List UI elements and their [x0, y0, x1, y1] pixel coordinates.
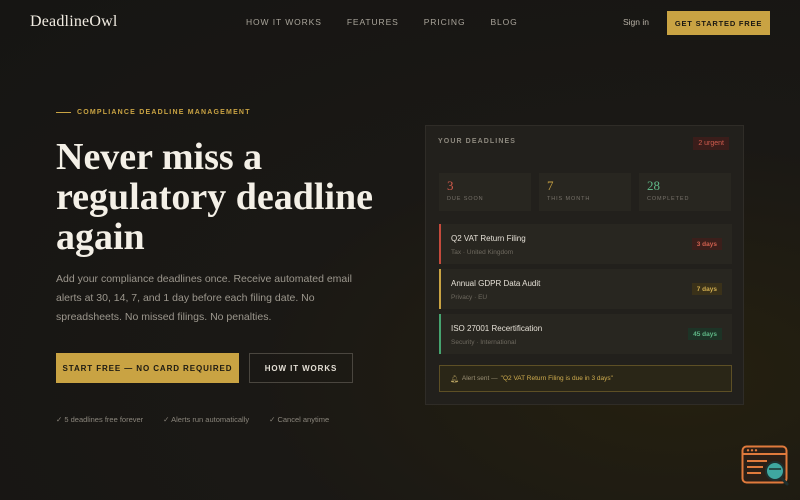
deadline-title: ISO 27001 Recertification — [451, 324, 543, 333]
stats-row: 3 DUE SOON 7 THIS MONTH 28 COMPLETED — [439, 173, 731, 211]
headline: Never miss a regulatory deadline again — [56, 137, 396, 257]
nav-blog[interactable]: BLOG — [490, 17, 517, 27]
headline-line-2: regulatory deadline — [56, 176, 374, 218]
main-nav: HOW IT WORKS FEATURES PRICING BLOG — [246, 17, 543, 27]
stat-label: COMPLETED — [647, 196, 690, 202]
perks-list: ✓ 5 deadlines free forever ✓ Alerts run … — [56, 415, 349, 424]
stat-value: 7 — [547, 178, 554, 193]
urgent-badge: 2 urgent — [693, 137, 729, 150]
stat-due-soon: 3 DUE SOON — [439, 173, 531, 211]
site-header: DeadlineOwl HOW IT WORKS FEATURES PRICIN… — [0, 0, 800, 46]
stat-label: DUE SOON — [447, 196, 484, 202]
headline-line-3: again — [56, 216, 145, 258]
days-badge: 45 days — [688, 328, 722, 340]
alert-banner: 🔔︎ Alert sent — "Q2 VAT Return Filing is… — [439, 365, 732, 392]
hero-description: Add your compliance deadlines once. Rece… — [56, 273, 352, 323]
sign-in-link[interactable]: Sign in — [623, 17, 649, 27]
eyebrow-line — [56, 112, 71, 113]
deadline-subtitle: Security · International — [451, 339, 517, 346]
stat-label: THIS MONTH — [547, 196, 591, 202]
browser-search-icon[interactable] — [741, 445, 790, 487]
deadline-item[interactable]: Q2 VAT Return Filing Tax · United Kingdo… — [439, 224, 732, 264]
deadline-title: Annual GDPR Data Audit — [451, 279, 541, 288]
alert-prefix: Alert sent — — [461, 375, 498, 382]
stat-value: 28 — [647, 178, 660, 193]
eyebrow: COMPLIANCE DEADLINE MANAGEMENT — [56, 109, 251, 116]
deadline-list: Q2 VAT Return Filing Tax · United Kingdo… — [439, 224, 732, 359]
get-started-button[interactable]: GET STARTED FREE — [667, 11, 770, 35]
how-it-works-button[interactable]: HOW IT WORKS — [249, 353, 353, 383]
days-badge: 3 days — [691, 238, 722, 250]
nav-features[interactable]: FEATURES — [347, 17, 399, 27]
deadline-subtitle: Tax · United Kingdom — [451, 249, 514, 256]
perk-item: ✓ 5 deadlines free forever — [56, 415, 144, 424]
deadline-title: Q2 VAT Return Filing — [451, 234, 526, 243]
stat-value: 3 — [447, 178, 454, 193]
deadline-item[interactable]: ISO 27001 Recertification Security · Int… — [439, 314, 732, 354]
eyebrow-text: COMPLIANCE DEADLINE MANAGEMENT — [77, 109, 251, 116]
perk-item: ✓ Alerts run automatically — [163, 415, 250, 424]
deadlines-card: YOUR DEADLINES 2 urgent 3 DUE SOON 7 THI… — [425, 125, 744, 405]
logo[interactable]: DeadlineOwl — [30, 13, 118, 31]
nav-pricing[interactable]: PRICING — [424, 17, 466, 27]
days-badge: 7 days — [691, 283, 722, 295]
nav-how-it-works[interactable]: HOW IT WORKS — [246, 17, 322, 27]
card-title: YOUR DEADLINES — [438, 138, 517, 145]
bell-icon: 🔔︎ — [450, 375, 459, 383]
stat-completed: 28 COMPLETED — [639, 173, 731, 211]
deadline-item[interactable]: Annual GDPR Data Audit Privacy · EU 7 da… — [439, 269, 732, 309]
alert-message: "Q2 VAT Return Filing is due in 3 days" — [500, 375, 613, 382]
perk-item: ✓ Cancel anytime — [269, 415, 330, 424]
stat-this-month: 7 THIS MONTH — [539, 173, 631, 211]
headline-line-1: Never miss a — [56, 136, 263, 178]
deadline-subtitle: Privacy · EU — [451, 294, 488, 301]
start-free-button[interactable]: START FREE — NO CARD REQUIRED — [56, 353, 239, 383]
